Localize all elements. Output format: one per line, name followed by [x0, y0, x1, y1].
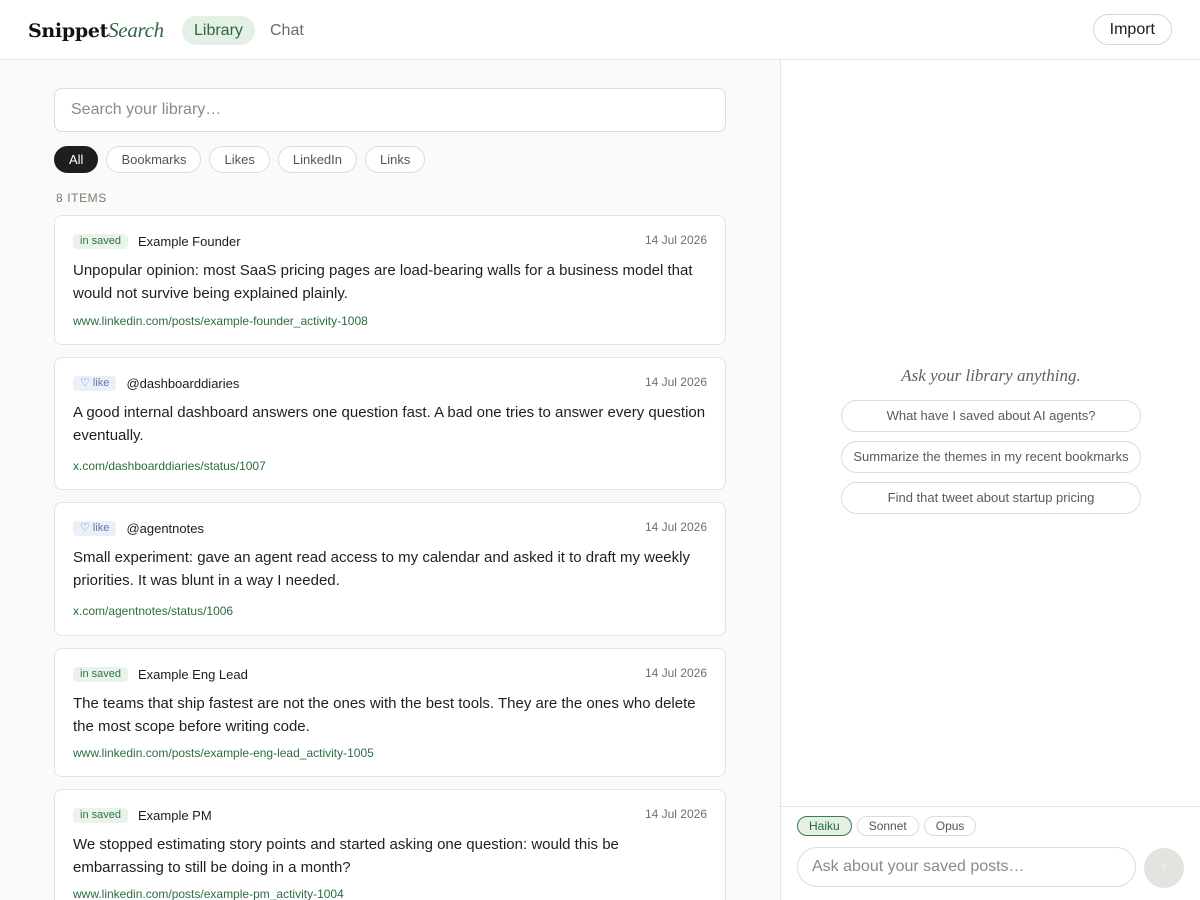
logo-text-snippet: Snippet	[28, 20, 109, 42]
card-date: 14 Jul 2026	[644, 233, 707, 247]
card-author: Example PM	[137, 807, 212, 823]
logo-text-search: Search	[108, 18, 164, 42]
app-logo[interactable]: SnippetSearch	[28, 18, 164, 43]
card-date: 14 Jul 2026	[644, 807, 707, 821]
card-meta: in saved Example Founder	[73, 233, 241, 249]
filter-likes[interactable]: Likes	[209, 146, 270, 173]
card-meta: in saved Example Eng Lead	[73, 666, 248, 682]
tab-library[interactable]: Library	[182, 16, 255, 45]
card-author: Example Founder	[137, 233, 241, 249]
card-date: 14 Jul 2026	[644, 520, 707, 534]
suggestion-startup-pricing[interactable]: Find that tweet about startup pricing	[841, 482, 1141, 514]
card-text: A good internal dashboard answers one qu…	[73, 404, 706, 444]
like-badge: ♡ like	[73, 520, 117, 536]
card-link[interactable]: x.com/dashboarddiaries/status/1007	[73, 459, 266, 473]
card-author: @agentnotes	[126, 520, 204, 536]
snippet-card[interactable]: in saved Example Founder 14 Jul 2026 Unp…	[54, 215, 726, 345]
import-button[interactable]: Import	[1092, 14, 1172, 45]
chat-pane: Ask your library anything. What have I s…	[780, 60, 1200, 900]
send-button[interactable]: ↑	[1144, 848, 1184, 888]
model-opus[interactable]: Opus	[923, 816, 977, 836]
chat-input[interactable]	[797, 847, 1136, 887]
snippet-card[interactable]: ♡ like @dashboarddiaries 14 Jul 2026 A g…	[54, 357, 726, 490]
card-link[interactable]: www.linkedin.com/posts/example-pm_activi…	[73, 887, 344, 900]
card-link[interactable]: www.linkedin.com/posts/example-eng-lead_…	[73, 746, 374, 760]
card-author: Example Eng Lead	[137, 666, 248, 682]
card-link[interactable]: www.linkedin.com/posts/example-founder_a…	[73, 314, 368, 328]
suggestion-summarize-themes[interactable]: Summarize the themes in my recent bookma…	[841, 441, 1141, 473]
snippet-card[interactable]: ♡ like @agentnotes 14 Jul 2026 Small exp…	[54, 502, 726, 636]
card-text: Unpopular opinion: most SaaS pricing pag…	[73, 262, 693, 302]
model-haiku[interactable]: Haiku	[797, 816, 852, 836]
snippet-card[interactable]: in saved Example PM 14 Jul 2026 We stopp…	[54, 789, 726, 900]
item-count: 8 ITEMS	[56, 191, 107, 205]
library-search-input[interactable]	[54, 88, 726, 132]
card-meta: in saved Example PM	[73, 807, 212, 823]
top-bar: SnippetSearch Library Chat Import	[0, 0, 1200, 60]
card-meta: ♡ like @agentnotes	[73, 520, 204, 536]
card-link[interactable]: x.com/agentnotes/status/1006	[73, 604, 233, 618]
model-sonnet[interactable]: Sonnet	[856, 816, 919, 836]
saved-badge: in saved	[73, 666, 128, 682]
card-author: @dashboarddiaries	[126, 375, 240, 391]
card-text: Small experiment: gave an agent read acc…	[73, 549, 690, 589]
arrow-up-icon: ↑	[1160, 859, 1168, 876]
library-pane: All Bookmarks Likes LinkedIn Links 8 ITE…	[0, 60, 780, 900]
like-badge: ♡ like	[73, 375, 117, 391]
model-selector: Haiku Sonnet Opus	[797, 816, 977, 836]
card-date: 14 Jul 2026	[644, 666, 707, 680]
filter-linkedin[interactable]: LinkedIn	[277, 146, 357, 173]
tab-chat[interactable]: Chat	[258, 16, 316, 45]
card-date: 14 Jul 2026	[644, 375, 707, 389]
filter-links[interactable]: Links	[365, 146, 426, 173]
card-text: We stopped estimating story points and s…	[73, 836, 619, 876]
chat-empty-title: Ask your library anything.	[901, 366, 1081, 385]
filter-chips: All Bookmarks Likes LinkedIn Links	[54, 146, 426, 173]
saved-badge: in saved	[73, 233, 128, 249]
filter-all[interactable]: All	[54, 146, 99, 173]
saved-badge: in saved	[73, 807, 128, 823]
filter-bookmarks[interactable]: Bookmarks	[106, 146, 202, 173]
card-text: The teams that ship fastest are not the …	[73, 695, 696, 735]
snippet-card[interactable]: in saved Example Eng Lead 14 Jul 2026 Th…	[54, 648, 726, 777]
suggestion-ai-agents[interactable]: What have I saved about AI agents?	[841, 400, 1141, 432]
card-meta: ♡ like @dashboarddiaries	[73, 375, 239, 391]
chat-composer: Haiku Sonnet Opus ↑	[781, 806, 1200, 900]
